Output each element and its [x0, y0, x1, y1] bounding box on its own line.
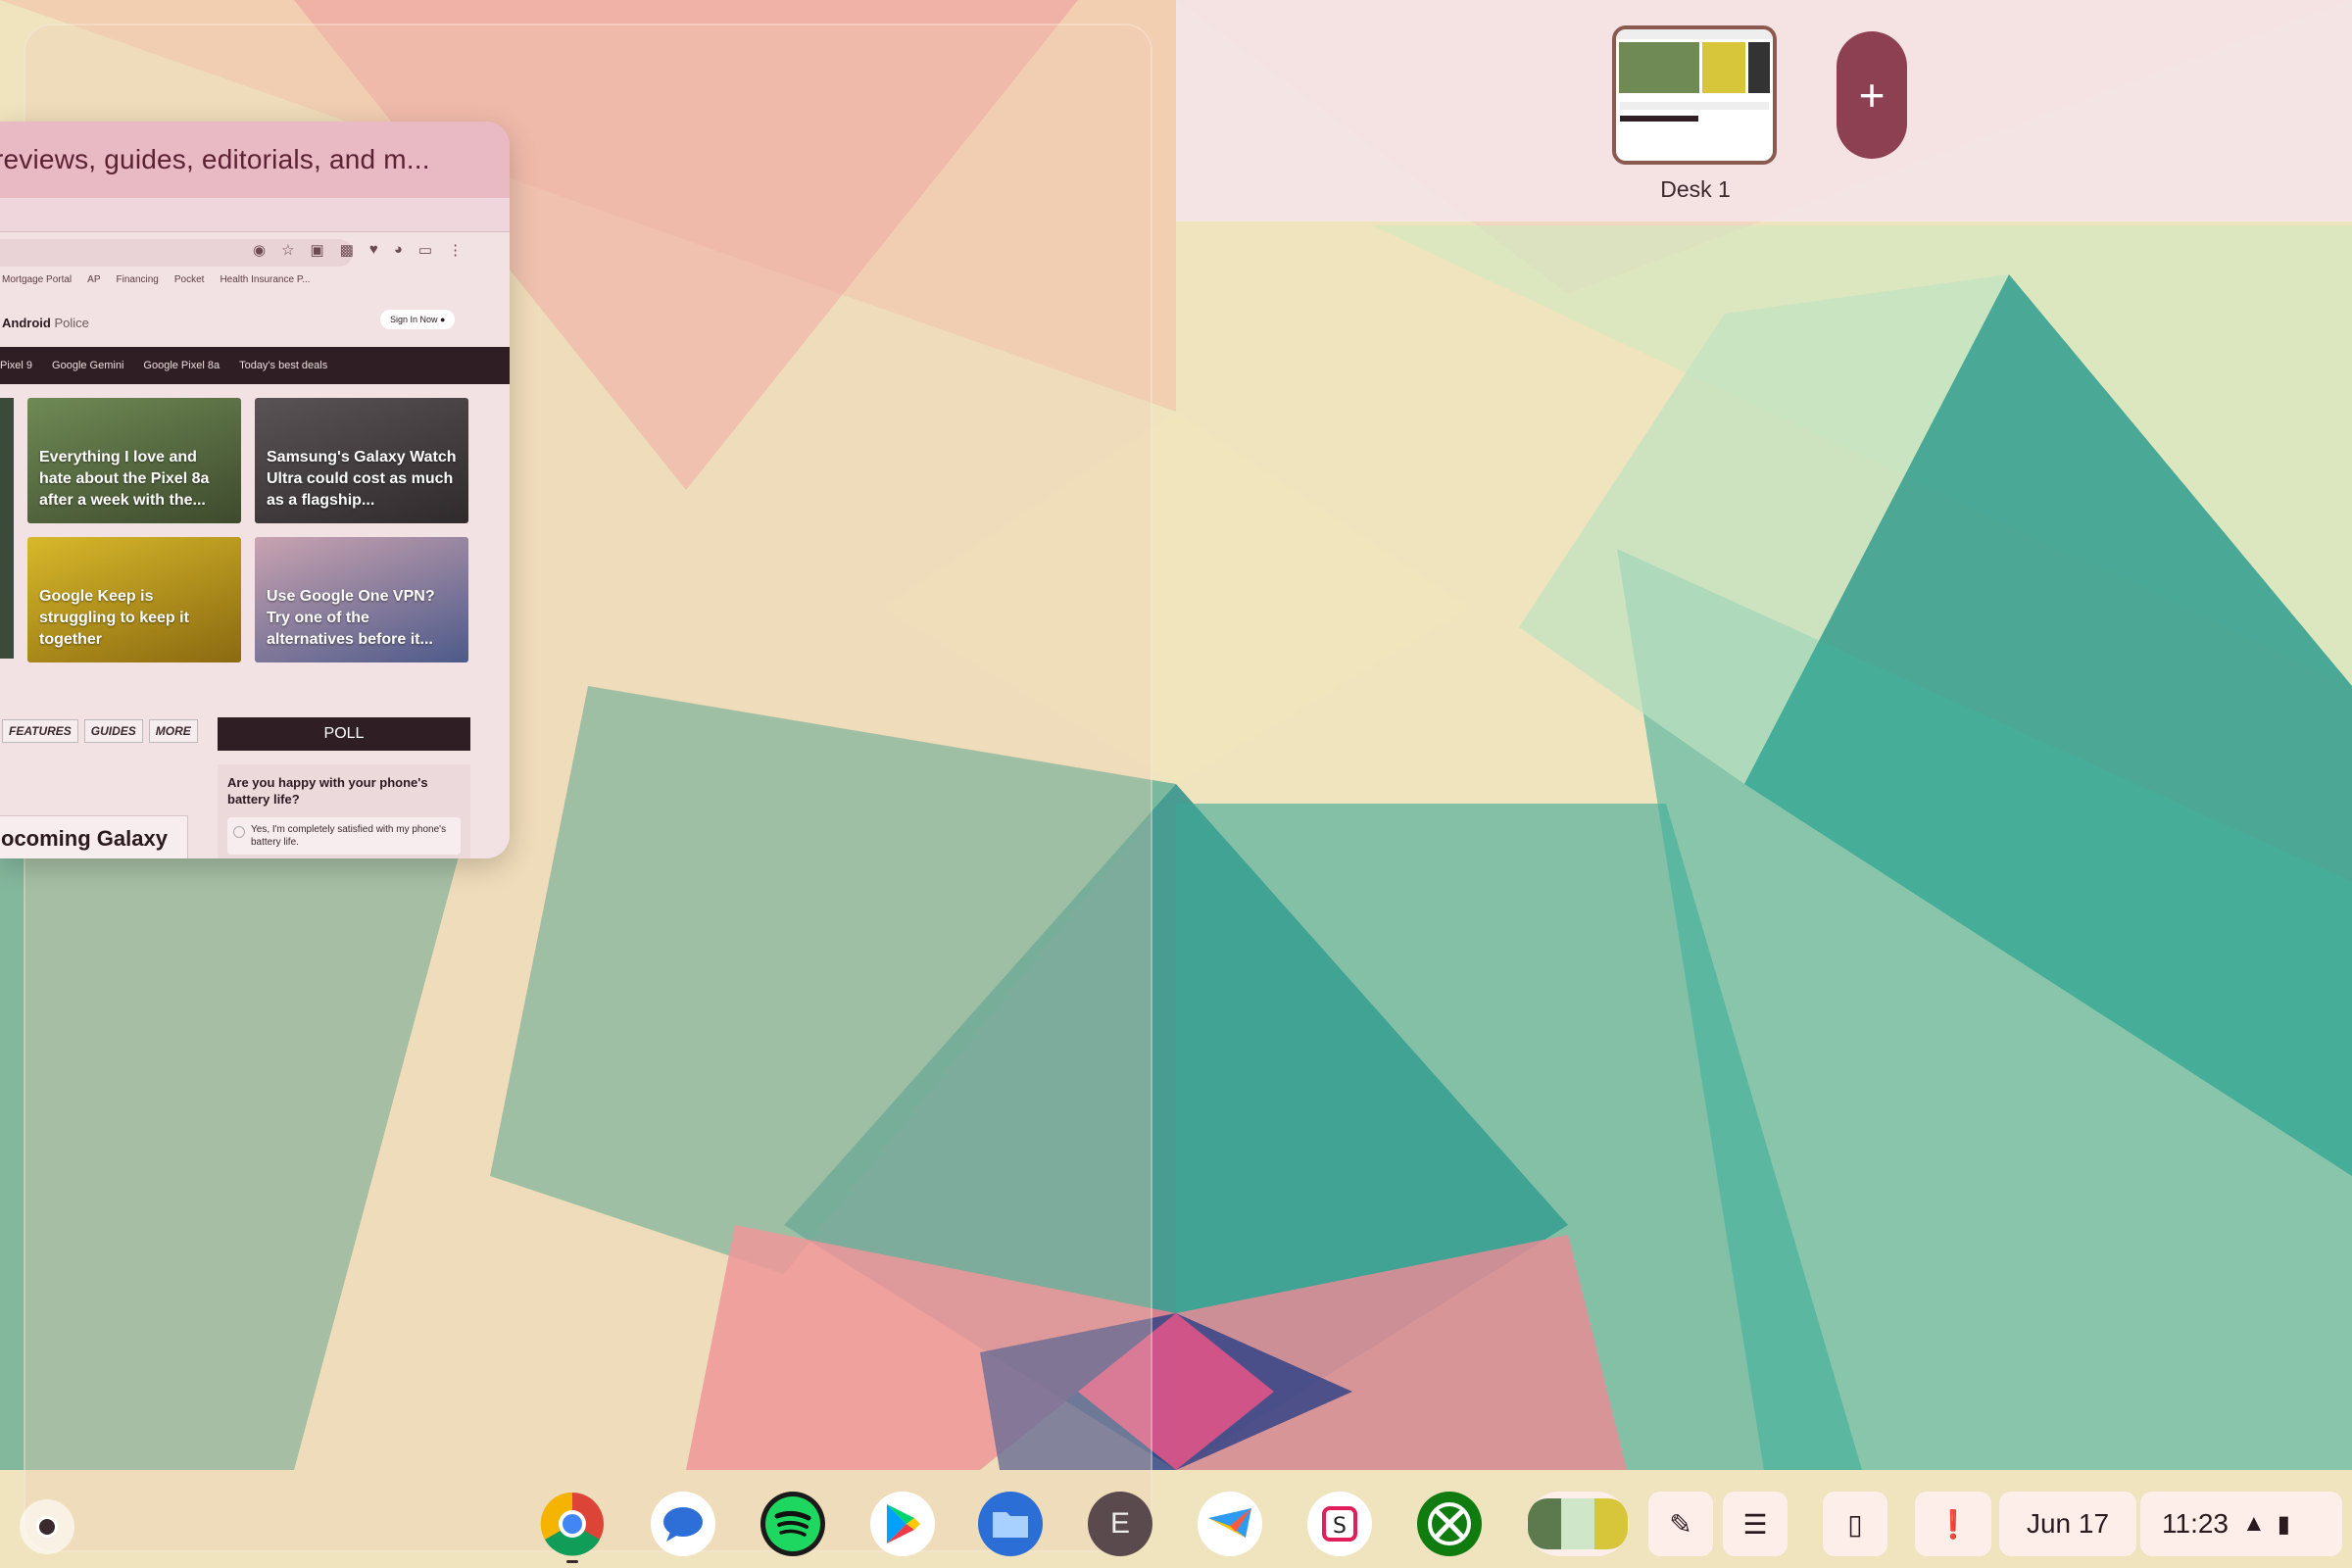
story-title: ocoming Galaxy [1, 826, 168, 851]
site-nav: Pixel 9 Google Gemini Google Pixel 8a To… [0, 347, 510, 384]
svg-text:S: S [1333, 1514, 1347, 1539]
site-name-bold: Android [2, 316, 51, 330]
files-icon[interactable] [978, 1492, 1043, 1556]
notification-icon[interactable]: ❗ [1915, 1492, 1991, 1556]
poll-header-label: POLL [323, 725, 365, 742]
poll-box: Are you happy with your phone's battery … [218, 764, 470, 858]
phone-hub-icon[interactable]: ▯ [1823, 1492, 1887, 1556]
site-logo[interactable]: Android Police [2, 316, 89, 330]
running-indicator [566, 1560, 578, 1563]
menu-dots-icon[interactable]: ⋮ [448, 241, 463, 259]
nav-item[interactable]: Google Gemini [52, 360, 123, 371]
cast-icon[interactable]: ▣ [311, 241, 324, 259]
pocket-icon[interactable]: ♥ [369, 241, 378, 259]
date-button[interactable]: Jun 17 [1999, 1492, 2136, 1556]
bookmark-item[interactable]: AP [87, 274, 100, 285]
desk-1-label[interactable]: Desk 1 [1612, 176, 1779, 203]
sign-in-button[interactable]: Sign In Now ● [380, 310, 456, 329]
sign-in-label: Sign In Now [390, 315, 438, 324]
tab-more[interactable]: MORE [148, 719, 198, 743]
stylus-pen-icon[interactable]: ✎ [1648, 1492, 1713, 1556]
eye-off-icon[interactable]: ◉ [253, 241, 266, 259]
poll-option[interactable]: Yes, I'm completely satisfied with my ph… [227, 817, 461, 855]
puzzle-icon[interactable]: ▭ [418, 241, 432, 259]
star-icon[interactable]: ☆ [281, 241, 294, 259]
nav-item[interactable]: Today's best deals [239, 360, 327, 371]
date-label: Jun 17 [2026, 1508, 2110, 1539]
wifi-icon: ▲ [2242, 1510, 2266, 1537]
xbox-icon[interactable] [1417, 1492, 1482, 1556]
poll-question: Are you happy with your phone's battery … [227, 775, 428, 807]
e-app-letter: E [1109, 1507, 1130, 1540]
browser-content: ◉ ☆ ▣ ▩ ♥ ◕ ▭ ⋮ Mortgage Portal AP Finan… [0, 231, 510, 858]
article-card-title: Use Google One VPN? Try one of the alter… [267, 588, 435, 648]
time-label: 11:23 [2162, 1508, 2229, 1539]
extension-bookmark-icon[interactable]: ▩ [340, 241, 354, 259]
airmail-icon[interactable] [1198, 1492, 1262, 1556]
tab-guides[interactable]: GUIDES [83, 719, 143, 743]
slack-icon[interactable]: S [1307, 1492, 1372, 1556]
chrome-icon[interactable] [540, 1492, 605, 1556]
bookmark-item[interactable]: Pocket [174, 274, 205, 285]
article-card-title: Samsung's Galaxy Watch Ultra could cost … [267, 449, 457, 509]
media-controls-icon[interactable]: ☰ [1723, 1492, 1788, 1556]
messages-icon[interactable] [651, 1492, 715, 1556]
article-card-title: Google Keep is struggling to keep it tog… [39, 588, 189, 648]
bookmark-item[interactable]: Mortgage Portal [2, 274, 72, 285]
desk-1-thumbnail[interactable] [1612, 25, 1777, 165]
spotify-icon[interactable] [760, 1492, 825, 1556]
bookmarks-bar: Mortgage Portal AP Financing Pocket Heal… [2, 274, 311, 285]
card-edge [0, 398, 14, 659]
story-box[interactable]: ocoming Galaxy [0, 815, 188, 858]
shelf: E S ✎ ☰ ▯ ❗ Jun 17 11:23 ▲ ▮ [0, 1474, 2352, 1568]
article-card[interactable]: Everything I love and hate about the Pix… [27, 398, 241, 523]
status-area[interactable]: 11:23 ▲ ▮ [2140, 1492, 2342, 1556]
bookmark-item[interactable]: Financing [117, 274, 159, 285]
extension-icon-2[interactable]: ◕ [394, 241, 403, 259]
bookmark-item[interactable]: Health Insurance P... [220, 274, 310, 285]
launcher-icon [36, 1516, 58, 1538]
nav-item[interactable]: Pixel 9 [0, 360, 32, 371]
window-title-bar[interactable]: reviews, guides, editorials, and m... [0, 122, 510, 198]
new-desk-button[interactable]: + [1837, 31, 1907, 159]
tab-features[interactable]: FEATURES [2, 719, 78, 743]
play-store-icon[interactable] [870, 1492, 935, 1556]
plus-icon: + [1858, 70, 1886, 121]
poll-header: POLL [218, 717, 470, 751]
nav-item[interactable]: Google Pixel 8a [143, 360, 220, 371]
site-name-rest: Police [54, 316, 89, 330]
article-card[interactable]: Use Google One VPN? Try one of the alter… [255, 537, 468, 662]
e-app-icon[interactable]: E [1088, 1492, 1152, 1556]
window-title: reviews, guides, editorials, and m... [0, 144, 430, 174]
battery-icon: ▮ [2277, 1510, 2290, 1538]
article-card[interactable]: Google Keep is struggling to keep it tog… [27, 537, 241, 662]
article-card[interactable]: Samsung's Galaxy Watch Ultra could cost … [255, 398, 468, 523]
holding-space-thumbnail[interactable] [1527, 1492, 1629, 1556]
article-card-title: Everything I love and hate about the Pix… [39, 449, 210, 509]
launcher-button[interactable] [20, 1499, 74, 1554]
category-tabs: FEATURES GUIDES MORE [2, 719, 198, 743]
